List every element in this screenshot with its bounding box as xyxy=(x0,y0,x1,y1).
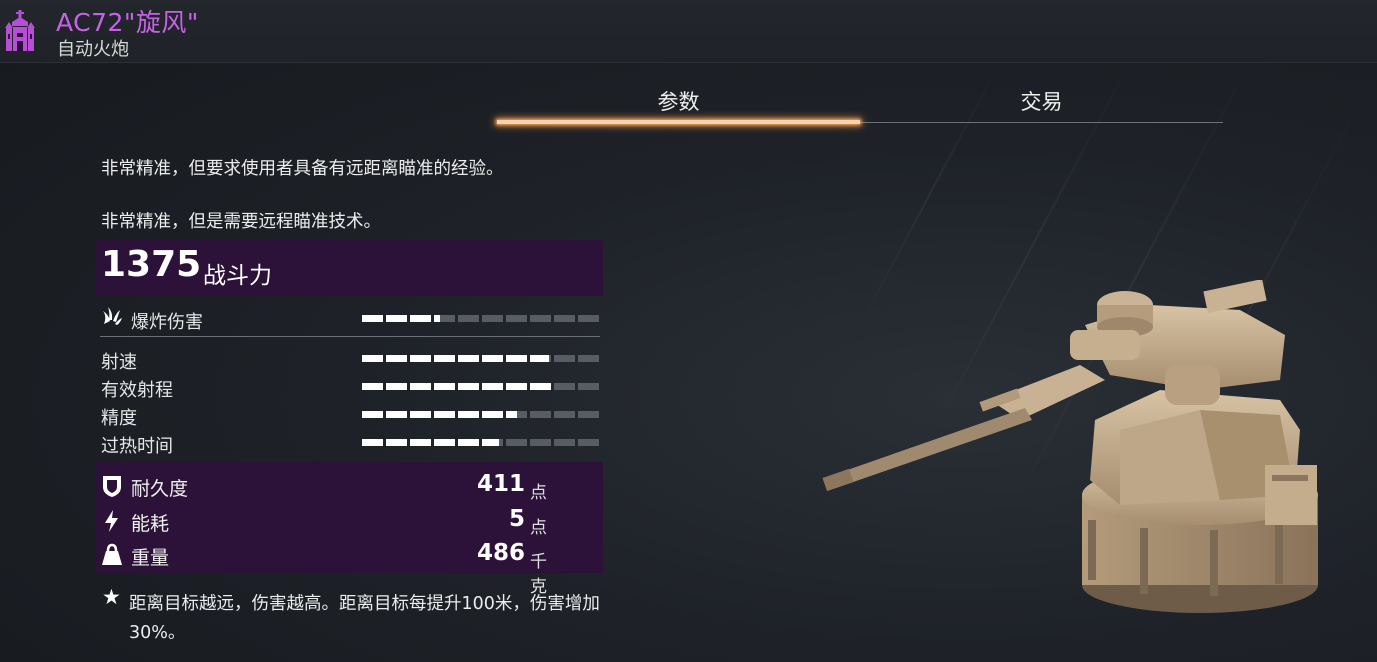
stat-bar-segment xyxy=(386,355,407,362)
resource-label: 耐久度 xyxy=(131,478,189,500)
stat-label: 射速 xyxy=(101,352,137,373)
stat-bar-segment xyxy=(482,439,503,446)
stat-effective-range: 有效射程 xyxy=(101,376,601,402)
stat-bar-segment xyxy=(554,315,575,322)
stat-bar-segment xyxy=(530,355,551,362)
stat-bar-segment xyxy=(434,315,455,322)
stat-bar-segment xyxy=(410,383,431,390)
stat-label: 精度 xyxy=(101,408,137,429)
tab-active-indicator xyxy=(497,120,860,124)
power-rating-value: 1375 xyxy=(101,244,202,285)
resource-value: 5 xyxy=(508,506,525,532)
stat-bar-segment xyxy=(530,439,551,446)
stat-bar-segment xyxy=(554,439,575,446)
stat-label: 过热时间 xyxy=(101,436,173,457)
stat-bar-segment xyxy=(362,411,383,418)
stat-bar-segment xyxy=(578,411,599,418)
item-name: AC72"旋风" xyxy=(56,8,199,37)
purple-castle-icon xyxy=(5,10,35,51)
stat-overheat-time: 过热时间 xyxy=(101,432,601,458)
stat-bar-segment xyxy=(410,315,431,322)
resource-label: 能耗 xyxy=(131,513,170,535)
stat-bar-segment xyxy=(458,439,479,446)
description-text: 非常精准，但是需要远程瞄准技术。 xyxy=(101,212,381,232)
stat-bar-segment xyxy=(578,315,599,322)
stat-bar xyxy=(362,355,600,362)
autocannon-turret-image xyxy=(822,280,1318,613)
stat-bar-segment xyxy=(458,383,479,390)
lightning-icon xyxy=(105,510,118,532)
resource-value: 486 xyxy=(476,540,525,566)
stat-bar-segment xyxy=(434,355,455,362)
stat-bar-segment xyxy=(530,383,551,390)
resource-value: 411 xyxy=(476,471,525,497)
stat-bar-segment xyxy=(578,355,599,362)
stat-bar-segment xyxy=(530,315,551,322)
stat-bar-segment xyxy=(506,355,527,362)
stat-bar-segment xyxy=(362,383,383,390)
stat-bar xyxy=(362,315,600,322)
resource-unit: 点 xyxy=(530,483,547,503)
stat-bar-segment xyxy=(506,315,527,322)
stat-bar-segment xyxy=(578,383,599,390)
item-header: AC72"旋风" 自动火炮 xyxy=(0,0,1377,63)
resource-unit: 点 xyxy=(530,518,547,538)
stat-bar-segment xyxy=(482,315,503,322)
tab-bar: 参数 交易 xyxy=(497,82,1223,126)
resource-energy: 能耗 5 点 xyxy=(101,506,561,538)
stat-bar-segment xyxy=(554,355,575,362)
stat-bar-segment xyxy=(434,383,455,390)
stat-bar-segment xyxy=(506,383,527,390)
stat-bar-segment xyxy=(506,411,527,418)
power-rating-label: 战斗力 xyxy=(203,263,272,289)
perk-note: 距离目标越远，伤害越高。距离目标每提升100米，伤害增加30%。 xyxy=(129,594,600,643)
explosion-icon xyxy=(103,307,122,325)
stat-bar-segment xyxy=(386,439,407,446)
stat-bar xyxy=(362,439,600,446)
weight-icon xyxy=(102,543,122,565)
stat-bar-segment xyxy=(482,355,503,362)
stat-bar-segment xyxy=(386,315,407,322)
stat-bar-segment xyxy=(434,411,455,418)
stat-label: 有效射程 xyxy=(101,380,173,401)
tab-trade[interactable]: 交易 xyxy=(860,82,1223,122)
stat-label: 爆炸伤害 xyxy=(131,312,203,333)
stat-bar-segment xyxy=(362,439,383,446)
star-icon: ★ xyxy=(102,585,121,609)
shield-icon xyxy=(103,476,121,497)
stat-bar-segment xyxy=(362,355,383,362)
stat-bar-segment xyxy=(506,439,527,446)
stat-bar-segment xyxy=(530,411,551,418)
stat-bar xyxy=(362,383,600,390)
stat-bar-segment xyxy=(410,355,431,362)
stat-bar-segment xyxy=(410,411,431,418)
resource-durability: 耐久度 411 点 xyxy=(101,471,561,503)
stat-bar-segment xyxy=(554,411,575,418)
stat-bar xyxy=(362,411,600,418)
stat-bar-segment xyxy=(434,439,455,446)
tab-parameters[interactable]: 参数 xyxy=(497,82,860,122)
description-text: 非常精准，但要求使用者具备有远距离瞄准的经验。 xyxy=(101,159,504,179)
stat-bar-segment xyxy=(458,315,479,322)
stat-explosion-damage: 爆炸伤害 xyxy=(101,307,601,334)
stat-fire-rate: 射速 xyxy=(101,348,601,374)
stat-bar-segment xyxy=(458,355,479,362)
item-type: 自动火炮 xyxy=(57,39,129,60)
stat-bar-segment xyxy=(362,315,383,322)
stat-bar-segment xyxy=(386,411,407,418)
stat-bar-segment xyxy=(578,439,599,446)
stat-bar-segment xyxy=(386,383,407,390)
stat-bar-segment xyxy=(410,439,431,446)
resource-weight: 重量 486 千克 xyxy=(101,540,561,597)
stat-bar-segment xyxy=(458,411,479,418)
stat-bar-segment xyxy=(482,383,503,390)
divider xyxy=(100,336,600,337)
resource-label: 重量 xyxy=(131,547,170,569)
stat-bar-segment xyxy=(482,411,503,418)
stat-accuracy: 精度 xyxy=(101,404,601,430)
stat-bar-segment xyxy=(554,383,575,390)
